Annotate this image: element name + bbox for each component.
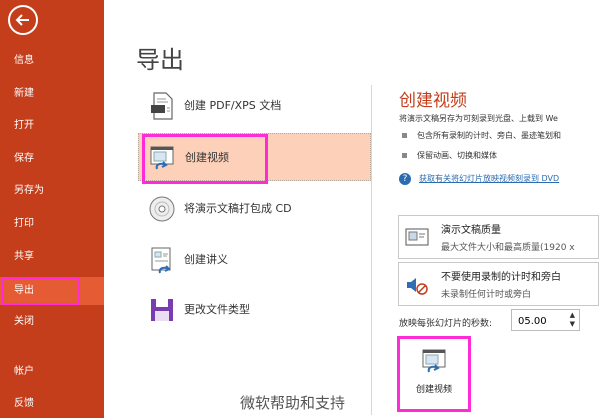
- help-link[interactable]: ? 获取有关将幻灯片放映视频刻录到 DVD: [399, 173, 559, 185]
- page-title: 导出: [136, 46, 184, 74]
- seconds-per-slide-label: 放映每张幻灯片的秒数:: [399, 319, 493, 329]
- narration-subtitle: 未录制任何计时或旁白: [441, 290, 532, 300]
- option-create-pdf[interactable]: 创建 PDF/XPS 文档: [138, 82, 371, 130]
- cd-icon: [149, 196, 175, 222]
- back-button[interactable]: [8, 5, 38, 35]
- option-label: 将演示文稿打包成 CD: [184, 202, 292, 215]
- sidebar-item-close[interactable]: 关闭: [0, 308, 104, 336]
- sidebar-item-new[interactable]: 新建: [0, 80, 104, 108]
- narration-title: 不要使用录制的计时和旁白: [441, 272, 561, 283]
- backstage-sidebar: 信息 新建 打开 保存 另存为 打印 共享 导出 关闭 帐户 反馈: [0, 0, 104, 418]
- no-narration-icon: [407, 278, 428, 295]
- sidebar-item-open[interactable]: 打开: [0, 112, 104, 140]
- create-video-highlight-box: [142, 134, 268, 184]
- handout-icon: [151, 247, 171, 274]
- quality-title: 演示文稿质量: [441, 225, 501, 236]
- sidebar-item-print[interactable]: 打印: [0, 210, 104, 238]
- save-disk-icon: [151, 299, 173, 321]
- sidebar-item-account[interactable]: 帐户: [0, 358, 104, 386]
- panel-divider: [371, 85, 372, 415]
- create-button-highlight-box: [397, 336, 471, 412]
- watermark-text: 微软帮助和支持: [240, 394, 346, 412]
- spin-down-icon[interactable]: ▼: [570, 320, 575, 328]
- option-create-handouts[interactable]: 创建讲义: [138, 236, 371, 284]
- bullet-item: 包含所有录制的计时、旁白、墨迹笔划和: [402, 130, 561, 141]
- sidebar-item-info[interactable]: 信息: [0, 47, 104, 75]
- sidebar-item-share[interactable]: 共享: [0, 243, 104, 271]
- pdf-document-icon: [151, 92, 173, 120]
- seconds-per-slide-input[interactable]: [516, 312, 560, 330]
- spin-up-icon[interactable]: ▲: [570, 311, 575, 319]
- quality-subtitle: 最大文件大小和最高质量(1920 x: [441, 243, 575, 253]
- back-arrow-icon: [15, 14, 29, 26]
- right-panel-title: 创建视频: [399, 91, 467, 111]
- option-label: 创建讲义: [184, 253, 228, 266]
- quality-dropdown[interactable]: 演示文稿质量 最大文件大小和最高质量(1920 x: [398, 215, 599, 259]
- help-question-icon: ?: [399, 173, 411, 185]
- option-change-file-type[interactable]: 更改文件类型: [138, 286, 371, 334]
- export-highlight-box: [2, 277, 80, 305]
- option-label: 创建 PDF/XPS 文档: [184, 99, 282, 112]
- option-label: 更改文件类型: [184, 303, 250, 316]
- sidebar-item-feedback[interactable]: 反馈: [0, 390, 104, 418]
- sidebar-item-save-as[interactable]: 另存为: [0, 177, 104, 205]
- narration-dropdown[interactable]: 不要使用录制的计时和旁白 未录制任何计时或旁白: [398, 262, 599, 306]
- bullet-item: 保留动画、切换和媒体: [402, 150, 497, 161]
- sidebar-item-save[interactable]: 保存: [0, 145, 104, 173]
- right-panel-description: 将演示文稿另存为可刻录到光盘、上载到 We: [399, 114, 558, 123]
- option-package-cd[interactable]: 将演示文稿打包成 CD: [138, 185, 371, 233]
- seconds-per-slide-stepper[interactable]: ▲ ▼: [511, 309, 580, 331]
- presentation-quality-icon: [405, 228, 429, 246]
